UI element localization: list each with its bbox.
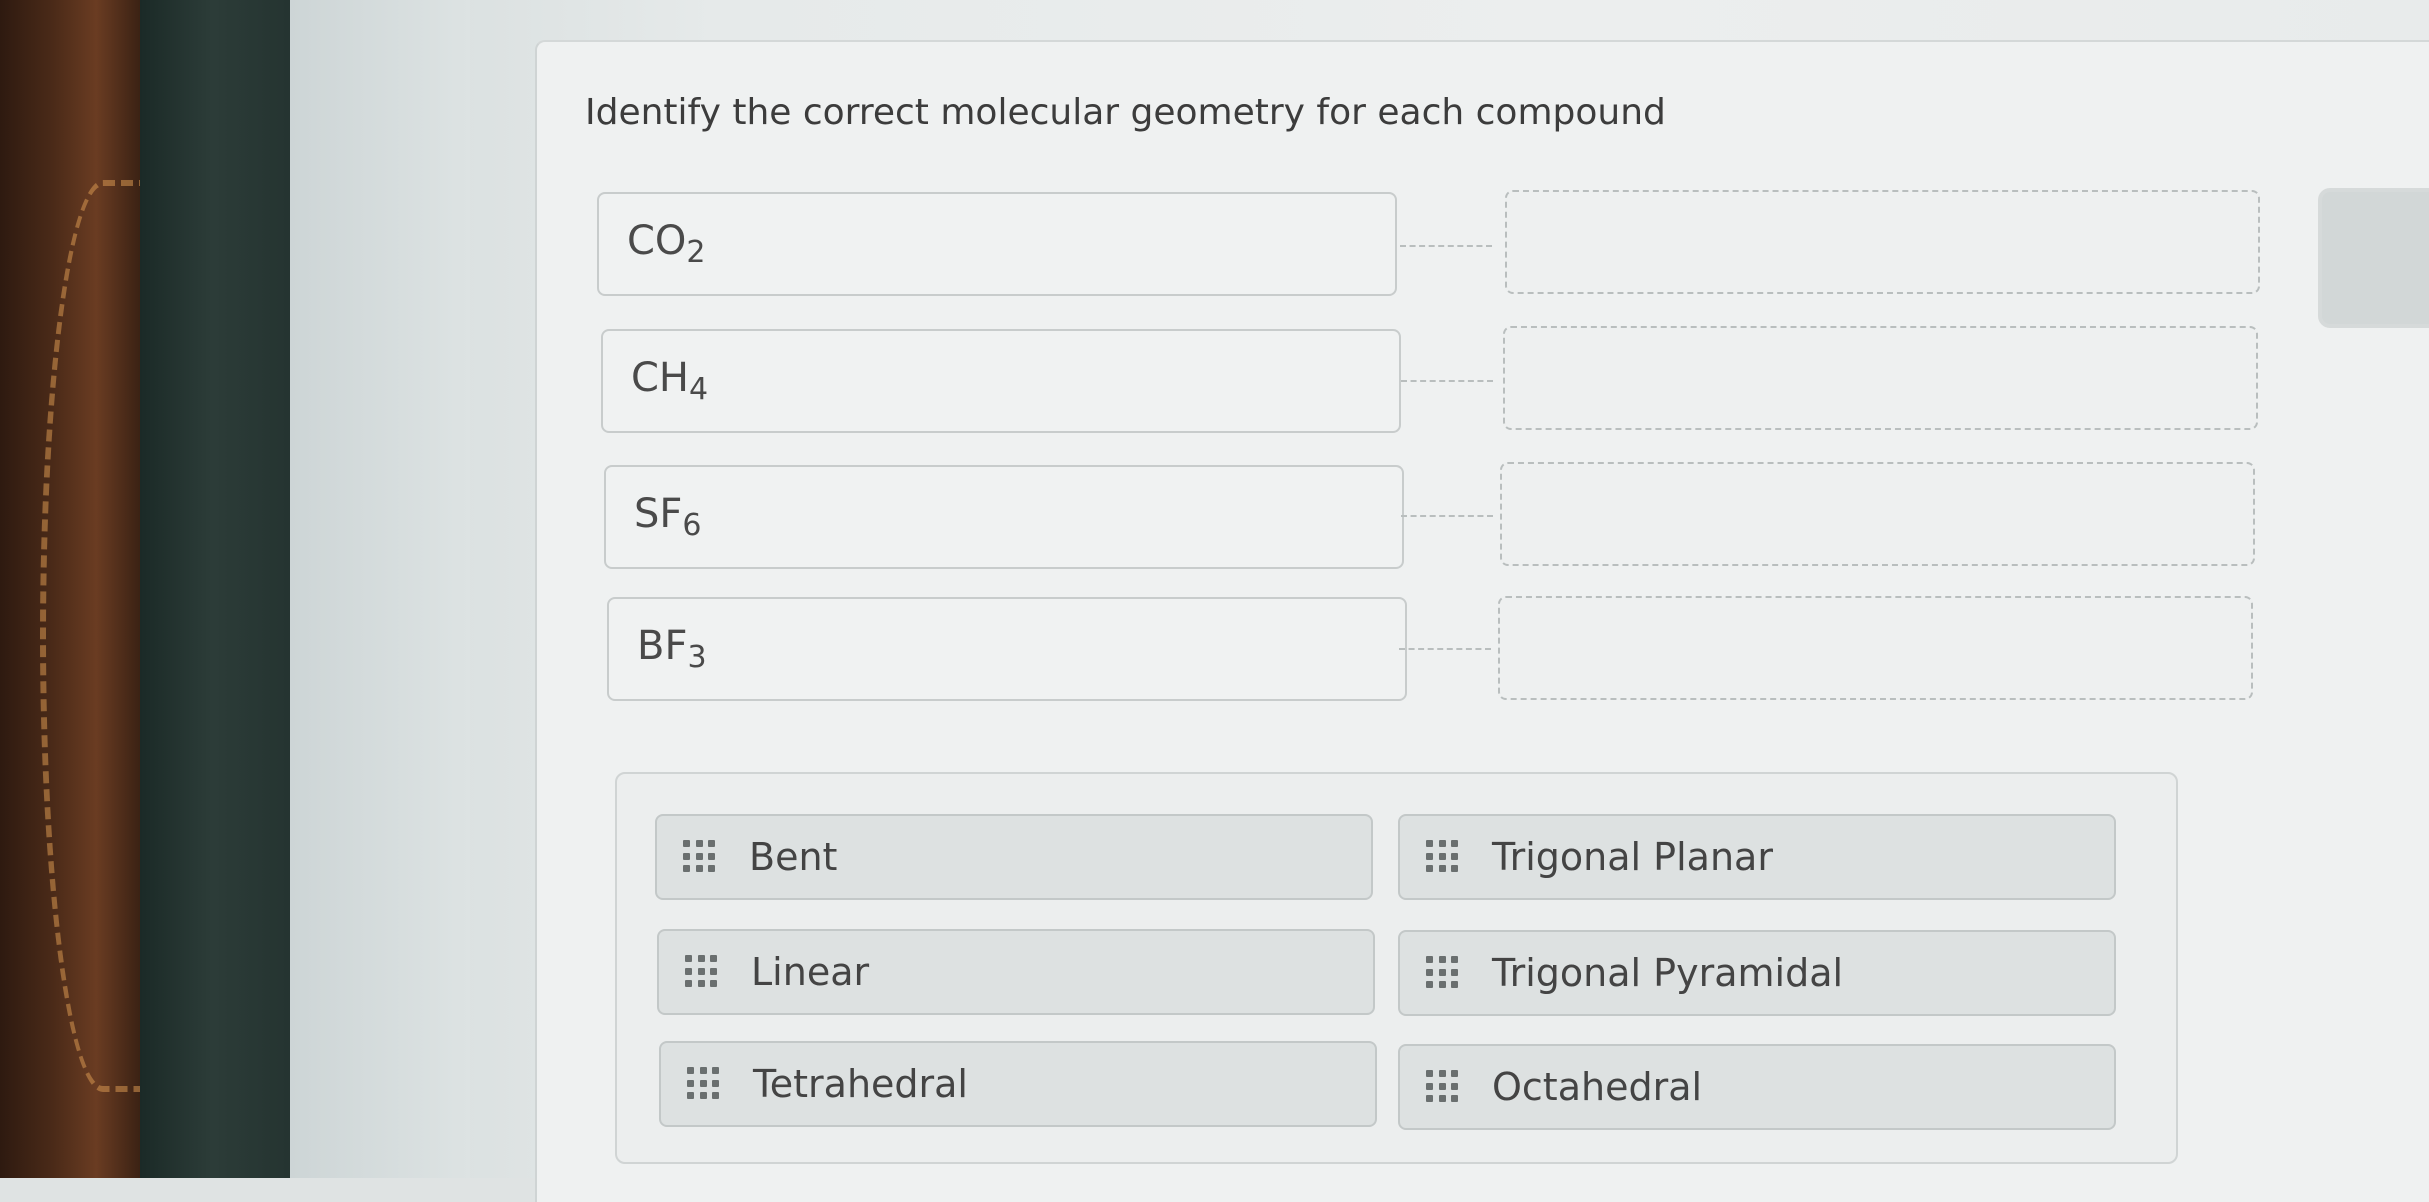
- compound-bf3: BF3: [607, 597, 1407, 701]
- connector-line: [1401, 515, 1493, 517]
- drag-handle-icon: [687, 1067, 721, 1101]
- compound-formula: CO2: [627, 218, 706, 270]
- option-tetrahedral[interactable]: Tetrahedral: [659, 1041, 1377, 1127]
- option-bent[interactable]: Bent: [655, 814, 1373, 900]
- option-label: Linear: [751, 950, 870, 994]
- compound-co2: CO2: [597, 192, 1397, 296]
- option-trigonal-planar[interactable]: Trigonal Planar: [1398, 814, 2116, 900]
- compound-formula: BF3: [637, 623, 707, 675]
- option-label: Trigonal Planar: [1492, 835, 1773, 879]
- dropzone-co2[interactable]: [1505, 190, 2260, 294]
- connector-line: [1400, 245, 1492, 247]
- option-label: Tetrahedral: [753, 1062, 968, 1106]
- dropzone-sf6[interactable]: [1500, 462, 2255, 566]
- drag-handle-icon: [1426, 956, 1460, 990]
- drag-handle-icon: [1426, 1070, 1460, 1104]
- question-instruction: Identify the correct molecular geometry …: [585, 92, 1666, 133]
- option-trigonal-pyramidal[interactable]: Trigonal Pyramidal: [1398, 930, 2116, 1016]
- compound-formula: SF6: [634, 491, 702, 543]
- compound-formula: CH4: [631, 355, 709, 407]
- side-button[interactable]: [2318, 188, 2429, 328]
- option-octahedral[interactable]: Octahedral: [1398, 1044, 2116, 1130]
- option-label: Bent: [749, 835, 838, 879]
- drag-handle-icon: [683, 840, 717, 874]
- compound-sf6: SF6: [604, 465, 1404, 569]
- dropzone-bf3[interactable]: [1498, 596, 2253, 700]
- compound-ch4: CH4: [601, 329, 1401, 433]
- dropzone-ch4[interactable]: [1503, 326, 2258, 430]
- option-linear[interactable]: Linear: [657, 929, 1375, 1015]
- screen-margin: [290, 0, 470, 1178]
- connector-line: [1401, 380, 1493, 382]
- option-label: Trigonal Pyramidal: [1492, 951, 1844, 995]
- drag-handle-icon: [1426, 840, 1460, 874]
- connector-line: [1399, 648, 1491, 650]
- drag-handle-icon: [685, 955, 719, 989]
- option-label: Octahedral: [1492, 1065, 1703, 1109]
